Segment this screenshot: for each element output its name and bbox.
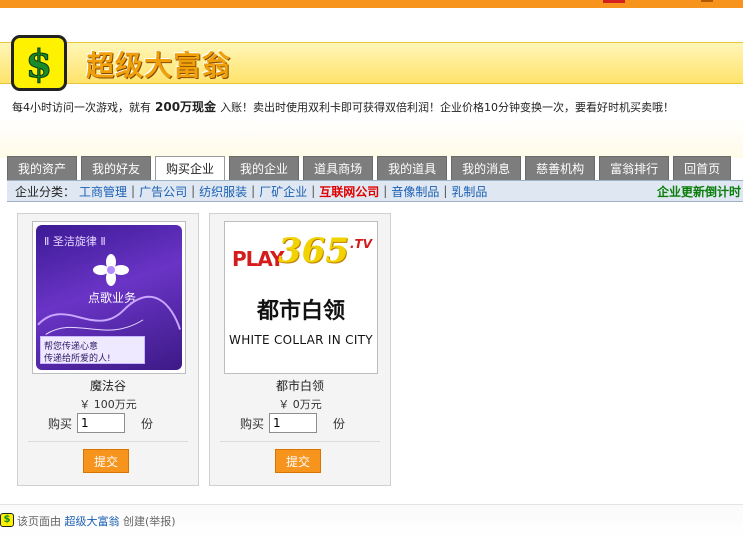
- footer-text-after: 创建(举报): [123, 515, 176, 528]
- footer-text-before: 该页面由: [17, 515, 61, 528]
- product-image-art: Ⅱ 圣洁旋律 Ⅱ 点歌业务 帮您传递心意 传递给所爱的人!: [36, 225, 182, 370]
- main-tabs: 我的资产 我的好友 购买企业 我的企业 道具商场 我的道具 我的消息 慈善机构 …: [7, 156, 732, 181]
- product-name: 魔法谷: [89, 379, 126, 393]
- category-separator: |: [131, 184, 136, 198]
- category-separator: |: [251, 184, 256, 198]
- product-card: PLAY 365 .TV 都市白领 WHITE COLLAR IN CITY 都…: [209, 213, 391, 486]
- image-logo-number: 365: [278, 231, 349, 271]
- tab-my-messages[interactable]: 我的消息: [451, 156, 522, 180]
- footer-app-link[interactable]: 超级大富翁: [65, 515, 120, 528]
- top-red-mark: [603, 0, 625, 3]
- image-logo-tv: .TV: [350, 237, 373, 251]
- intro-part2: 入账！卖出时使用双利卡即可获得双倍利润！企业价格10分钟变换一次，要看好时机买卖…: [220, 101, 675, 114]
- intro-text: 每4小时访问一次游戏，就有 200万现金 入账！卖出时使用双利卡即可获得双倍利润！企…: [12, 98, 674, 115]
- image-text-band: 帮您传递心意 传递给所爱的人!: [40, 336, 145, 364]
- tab-charity[interactable]: 慈善机构: [525, 156, 596, 180]
- footer-logo-icon: $: [0, 513, 14, 527]
- top-orange-bar: [0, 0, 743, 8]
- category-business-management[interactable]: 工商管理: [79, 183, 127, 200]
- card-divider: [220, 441, 380, 442]
- quantity-input[interactable]: [269, 413, 318, 433]
- top-bar-tail: [701, 0, 713, 2]
- product-card: Ⅱ 圣洁旋律 Ⅱ 点歌业务 帮您传递心意 传递给所爱的人! 魔法谷 ￥ 100万…: [17, 213, 199, 486]
- submit-button[interactable]: 提交: [275, 449, 321, 473]
- tab-buy-company[interactable]: 购买企业: [155, 156, 226, 181]
- product-image[interactable]: PLAY 365 .TV 都市白领 WHITE COLLAR IN CITY: [224, 221, 378, 374]
- image-logo-play: PLAY: [232, 247, 284, 271]
- quantity-input[interactable]: [77, 413, 126, 433]
- image-caption-cn: 都市白领: [256, 299, 345, 324]
- notice-area: [0, 118, 743, 158]
- product-image-art: PLAY 365 .TV 都市白领 WHITE COLLAR IN CITY: [228, 225, 374, 370]
- product-price: ￥ 0万元: [278, 398, 322, 411]
- submit-button[interactable]: 提交: [83, 449, 129, 473]
- buy-row: 购买 份: [48, 413, 178, 433]
- category-internet[interactable]: 互联网公司: [319, 183, 379, 200]
- category-dairy[interactable]: 乳制品: [451, 183, 487, 200]
- intro-part1: 每4小时访问一次游戏，就有: [12, 101, 151, 114]
- buy-label: 购买: [48, 416, 73, 431]
- category-separator: |: [191, 184, 196, 198]
- page-footer: $ 该页面由 超级大富翁 创建(举报): [0, 504, 743, 538]
- image-caption: 传递给所爱的人!: [44, 354, 111, 364]
- tab-my-assets[interactable]: 我的资产: [7, 156, 78, 180]
- tab-my-friends[interactable]: 我的好友: [81, 156, 152, 180]
- image-caption: Ⅱ 圣洁旋律 Ⅱ: [44, 235, 106, 248]
- intro-highlight: 200万现金: [155, 100, 217, 114]
- tab-home[interactable]: 回首页: [673, 156, 732, 180]
- product-price: ￥ 100万元: [79, 398, 137, 411]
- category-separator: |: [383, 184, 388, 198]
- svg-text:$: $: [26, 41, 52, 85]
- buy-row: 购买 份: [240, 413, 370, 433]
- category-bar: 企业分类： 工商管理 | 广告公司 | 纺织服装 | 厂矿企业 | 互联网公司 …: [7, 180, 743, 202]
- image-caption-en: WHITE COLLAR IN CITY: [229, 333, 373, 347]
- product-image[interactable]: Ⅱ 圣洁旋律 Ⅱ 点歌业务 帮您传递心意 传递给所爱的人!: [32, 221, 186, 374]
- footer-text: 该页面由 超级大富翁 创建(举报): [17, 513, 176, 529]
- app-title: 超级大富翁: [86, 49, 232, 82]
- update-countdown: 企业更新倒计时: [656, 184, 741, 199]
- card-divider: [28, 441, 188, 442]
- buy-label: 购买: [240, 416, 265, 431]
- category-separator: |: [443, 184, 448, 198]
- tab-my-company[interactable]: 我的企业: [229, 156, 300, 180]
- category-factory[interactable]: 厂矿企业: [259, 183, 307, 200]
- category-advertising[interactable]: 广告公司: [139, 183, 187, 200]
- tab-rich-ranking[interactable]: 富翁排行: [599, 156, 670, 180]
- category-label: 企业分类：: [15, 184, 76, 199]
- dollar-sign-icon: $: [11, 35, 67, 91]
- quantity-unit: 份: [333, 416, 346, 431]
- category-textile[interactable]: 纺织服装: [199, 183, 247, 200]
- category-separator: |: [311, 184, 316, 198]
- flower-icon: [93, 254, 129, 286]
- quantity-unit: 份: [141, 416, 154, 431]
- category-audio-video[interactable]: 音像制品: [391, 183, 439, 200]
- product-name: 都市白领: [275, 379, 324, 393]
- tab-item-shop[interactable]: 道具商场: [303, 156, 374, 180]
- tab-my-items[interactable]: 我的道具: [377, 156, 448, 180]
